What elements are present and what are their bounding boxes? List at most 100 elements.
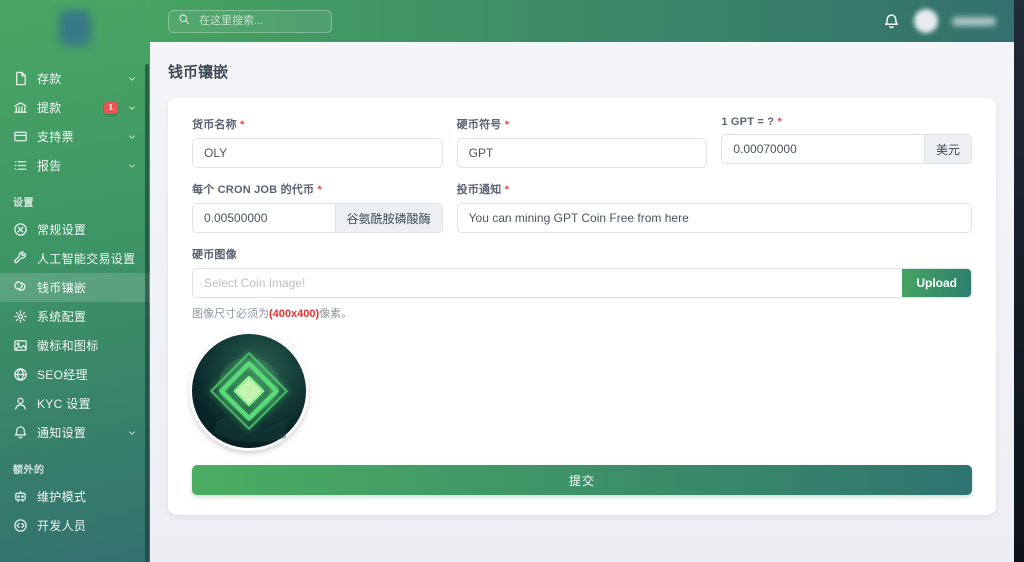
sidebar-item-label: 开发人员 xyxy=(37,517,137,534)
sidebar-item-withdrawals[interactable]: 提款 1 xyxy=(0,93,150,122)
chevron-down-icon xyxy=(127,74,137,84)
bank-icon xyxy=(13,100,28,115)
currency-name-label: 货币名称 * xyxy=(192,116,443,132)
sidebar-item-coin-mining[interactable]: 钱币镶嵌 xyxy=(0,273,150,302)
per-cron-addon: 谷氨酰胺磷酸酶 xyxy=(335,204,442,232)
sidebar-scrollbar[interactable] xyxy=(145,64,149,562)
currency-name-input[interactable] xyxy=(193,139,442,167)
screen: 存款提款1支持票报告设置常规设置人工智能交易设置钱币镶嵌系统配置徽标和图标SEO… xyxy=(0,0,1024,562)
sidebar-item-kyc-settings[interactable]: KYC 设置 xyxy=(0,389,150,418)
bell-icon xyxy=(13,425,28,440)
notification-badge: 1 xyxy=(104,102,118,114)
app-logo[interactable] xyxy=(0,0,150,56)
sidebar-item-notification-settings[interactable]: 通知设置 xyxy=(0,418,150,447)
screen-edge xyxy=(1014,0,1024,562)
field-coin-image: 硬币图像 Upload 图像尺寸必须为(400x400)像素。 xyxy=(192,246,972,321)
slash-circle-icon xyxy=(13,222,28,237)
notifications-bell-icon[interactable] xyxy=(883,13,900,30)
coin-image-label: 硬币图像 xyxy=(192,246,972,262)
coin-settings-card: 货币名称 * 硬币符号 * xyxy=(168,98,996,515)
content: 钱币镶嵌 货币名称 * 硬币符号 xyxy=(150,42,1014,562)
sidebar-item-label: 存款 xyxy=(37,70,118,87)
sidebar-item-label: 报告 xyxy=(37,157,118,174)
notice-input[interactable] xyxy=(458,204,971,232)
sidebar-item-maintenance-mode[interactable]: 维护模式 xyxy=(0,482,150,511)
sidebar-item-label: KYC 设置 xyxy=(37,395,137,412)
main-column: 钱币镶嵌 货币名称 * 硬币符号 xyxy=(150,0,1014,562)
topbar-right xyxy=(883,9,996,33)
sidebar: 存款提款 1 支持票报告设置常规设置人工智能交易设置钱币镶嵌系统配置徽标和图标 SEO… xyxy=(0,0,150,562)
sidebar-item-deposits[interactable]: 存款 xyxy=(0,64,150,93)
required-asterisk: * xyxy=(777,116,781,128)
chevron-down-icon xyxy=(127,428,137,438)
per-cron-label: 每个 CRON JOB 的代币 * xyxy=(192,181,443,197)
field-rate: 1 GPT = ? * 美元 xyxy=(721,116,972,168)
sidebar-item-developers[interactable]: 开发人员 xyxy=(0,511,150,540)
submit-button[interactable]: 提交 xyxy=(192,465,972,495)
sidebar-item-label: 徽标和图标 xyxy=(37,337,137,354)
sidebar-item-label: 人工智能交易设置 xyxy=(37,250,137,267)
sidebar-item-label: SEO经理 xyxy=(37,366,137,383)
rate-currency-addon: 美元 xyxy=(924,135,971,163)
search-input[interactable] xyxy=(197,14,322,28)
topbar xyxy=(150,0,1014,42)
field-per-cron: 每个 CRON JOB 的代币 * 谷氨酰胺磷酸酶 xyxy=(192,181,443,233)
app-logo-blurred xyxy=(59,10,91,46)
sidebar-item-label: 钱币镶嵌 xyxy=(37,279,137,296)
globe-icon xyxy=(13,367,28,382)
sidebar-item-general-settings[interactable]: 常规设置 xyxy=(0,215,150,244)
user-icon xyxy=(13,396,28,411)
file-icon xyxy=(13,71,28,86)
sidebar-item-label: 提款 xyxy=(37,99,95,116)
chevron-down-icon xyxy=(127,132,137,142)
coin-symbol-label: 硬币符号 * xyxy=(457,116,708,132)
sidebar-section-label: 额外的 xyxy=(0,447,150,482)
sidebar-item-reports[interactable]: 报告 xyxy=(0,151,150,180)
sidebar-item-label: 系统配置 xyxy=(37,308,137,325)
notice-label: 投币通知 * xyxy=(457,181,972,197)
search-icon xyxy=(178,12,190,30)
form-row-1: 货币名称 * 硬币符号 * xyxy=(192,116,972,168)
sidebar-item-seo-manager[interactable]: SEO经理 xyxy=(0,360,150,389)
rate-label: 1 GPT = ? * xyxy=(721,116,972,128)
user-avatar[interactable] xyxy=(914,9,938,33)
rate-input[interactable] xyxy=(722,135,924,163)
sidebar-item-system-configuration[interactable]: 系统配置 xyxy=(0,302,150,331)
required-asterisk: * xyxy=(240,119,244,131)
gear-icon xyxy=(13,309,28,324)
sidebar-nav: 存款提款 1 支持票报告设置常规设置人工智能交易设置钱币镶嵌系统配置徽标和图标 SEO… xyxy=(0,56,150,540)
form-row-2: 每个 CRON JOB 的代币 * 谷氨酰胺磷酸酶 投币通知 * xyxy=(192,181,972,233)
image-icon xyxy=(13,338,28,353)
page-title: 钱币镶嵌 xyxy=(168,61,996,82)
image-size-hint: 图像尺寸必须为(400x400)像素。 xyxy=(192,305,972,321)
required-asterisk: * xyxy=(317,184,321,196)
search-box[interactable] xyxy=(168,10,332,33)
wrench-icon xyxy=(13,251,28,266)
per-cron-input[interactable] xyxy=(193,204,335,232)
code-icon xyxy=(13,518,28,533)
required-asterisk: * xyxy=(505,119,509,131)
image-size-value: (400x400) xyxy=(269,308,319,320)
user-name-blurred[interactable] xyxy=(952,17,996,26)
field-currency-name: 货币名称 * xyxy=(192,116,443,168)
sidebar-item-logo-and-icons[interactable]: 徽标和图标 xyxy=(0,331,150,360)
card-icon xyxy=(13,129,28,144)
list-icon xyxy=(13,158,28,173)
coin-image-preview xyxy=(192,334,306,448)
sidebar-item-label: 通知设置 xyxy=(37,424,118,441)
coin-logo-icon xyxy=(198,340,300,442)
tool-icon xyxy=(13,489,28,504)
chevron-down-icon xyxy=(127,103,137,113)
coins-icon xyxy=(13,280,28,295)
coin-image-input[interactable] xyxy=(193,269,902,297)
field-notice: 投币通知 * xyxy=(457,181,972,233)
sidebar-item-label: 支持票 xyxy=(37,128,118,145)
sidebar-section-label: 设置 xyxy=(0,180,150,215)
sidebar-item-support-tickets[interactable]: 支持票 xyxy=(0,122,150,151)
required-asterisk: * xyxy=(505,184,509,196)
sidebar-item-label: 维护模式 xyxy=(37,488,137,505)
upload-button[interactable]: Upload xyxy=(902,269,971,297)
sidebar-item-ai-trade-settings[interactable]: 人工智能交易设置 xyxy=(0,244,150,273)
chevron-down-icon xyxy=(127,161,137,171)
coin-symbol-input[interactable] xyxy=(458,139,707,167)
